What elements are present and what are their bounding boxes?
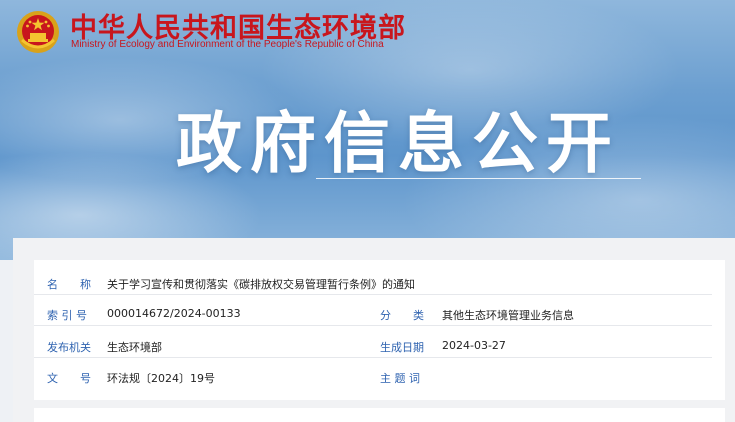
info-row-name: 名 称 关于学习宣传和贯彻落实《碳排放权交易管理暂行条例》的通知	[34, 269, 725, 295]
date-value: 2024-03-27	[442, 339, 506, 352]
index-label: 索 引 号	[47, 309, 87, 322]
info-row-docno: 文 号 环法规〔2024〕19号 主 题 词	[34, 363, 725, 389]
title-divider	[316, 178, 641, 179]
docno-label: 文 号	[47, 372, 91, 385]
ministry-name-en[interactable]: Ministry of Ecology and Environment of t…	[71, 39, 384, 50]
category-label: 分 类	[380, 309, 424, 322]
document-body-card	[34, 408, 725, 422]
subject-label: 主 题 词	[380, 372, 420, 385]
national-emblem-icon[interactable]	[16, 10, 60, 54]
issuer-value: 生态环境部	[107, 341, 162, 354]
index-value: 000014672/2024-00133	[107, 307, 241, 320]
page-title: 政府信息公开	[176, 105, 620, 182]
name-label: 名 称	[47, 278, 91, 291]
document-info-card: 名 称 关于学习宣传和贯彻落实《碳排放权交易管理暂行条例》的通知 索 引 号 0…	[34, 260, 725, 400]
name-value: 关于学习宣传和贯彻落实《碳排放权交易管理暂行条例》的通知	[107, 278, 415, 291]
header-banner: 中华人民共和国生态环境部 Ministry of Ecology and Env…	[0, 0, 735, 260]
date-label: 生成日期	[380, 341, 424, 354]
docno-value: 环法规〔2024〕19号	[107, 372, 215, 385]
info-row-index: 索 引 号 000014672/2024-00133 分 类 其他生态环境管理业…	[34, 300, 725, 326]
category-value: 其他生态环境管理业务信息	[442, 309, 574, 322]
issuer-label: 发布机关	[47, 341, 91, 354]
info-row-issuer: 发布机关 生态环境部 生成日期 2024-03-27	[34, 332, 725, 358]
